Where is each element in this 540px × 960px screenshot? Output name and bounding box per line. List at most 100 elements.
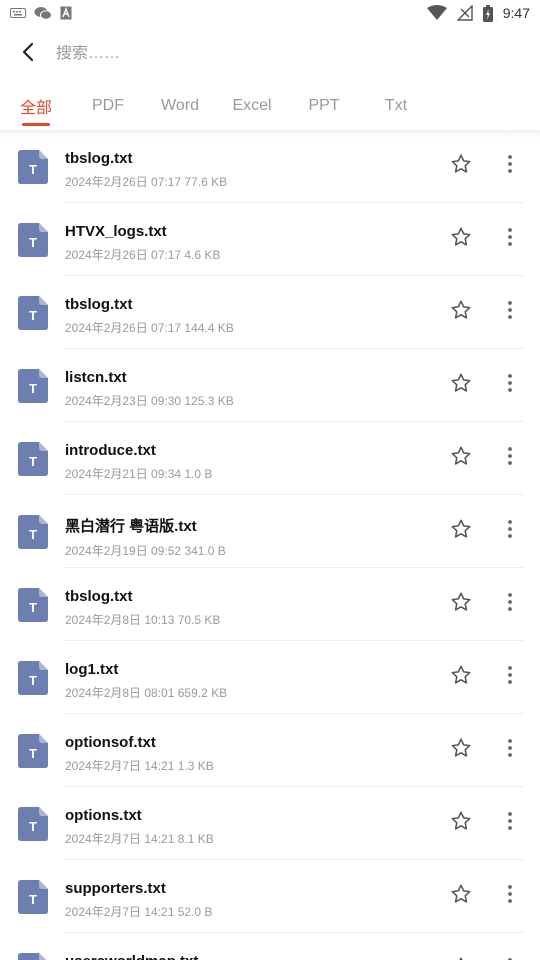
- file-list-item[interactable]: T tbslog.txt 2024年2月26日 07:17 77.6 KB: [0, 130, 540, 203]
- file-name: 黑白潜行 粤语版.txt: [65, 518, 197, 535]
- file-list-item[interactable]: T tbslog.txt 2024年2月26日 07:17 144.4 KB: [0, 276, 540, 349]
- tab-word[interactable]: Word: [144, 84, 216, 128]
- file-name: introduce.txt: [65, 442, 156, 459]
- txt-file-icon: T: [18, 222, 48, 257]
- file-meta: 2024年2月8日 08:01 659.2 KB: [65, 686, 228, 700]
- txt-file-icon: T: [18, 660, 48, 695]
- star-icon: [450, 883, 472, 910]
- wifi-icon: [426, 5, 447, 21]
- favorite-button[interactable]: [448, 446, 474, 472]
- star-icon: [450, 664, 472, 691]
- search-header: [0, 26, 540, 82]
- more-options-button[interactable]: [500, 738, 520, 764]
- file-text: tbslog.txt 2024年2月8日 10:13 70.5 KB: [65, 588, 220, 628]
- file-icon-letter: T: [29, 673, 37, 688]
- file-meta: 2024年2月19日 09:52 341.0 B: [65, 544, 226, 558]
- favorite-button[interactable]: [448, 738, 474, 764]
- tab-label: Txt: [384, 97, 408, 114]
- file-name: tbslog.txt: [65, 150, 133, 167]
- more-options-button[interactable]: [500, 957, 520, 960]
- file-icon-letter: T: [29, 454, 37, 469]
- txt-file-icon: T: [18, 514, 48, 549]
- more-vertical-icon: [507, 373, 513, 398]
- star-icon: [450, 153, 472, 180]
- txt-file-icon: T: [18, 879, 48, 914]
- favorite-button[interactable]: [448, 592, 474, 618]
- file-list-item[interactable]: T introduce.txt 2024年2月21日 09:34 1.0 B: [0, 422, 540, 495]
- txt-file-icon: T: [18, 295, 48, 330]
- favorite-button[interactable]: [448, 154, 474, 180]
- favorite-button[interactable]: [448, 884, 474, 910]
- more-options-button[interactable]: [500, 884, 520, 910]
- file-name: options.txt: [65, 807, 142, 824]
- more-options-button[interactable]: [500, 811, 520, 837]
- file-icon-letter: T: [29, 746, 37, 761]
- tab-excel[interactable]: Excel: [216, 84, 288, 128]
- file-list-item[interactable]: T usercworldmap.txt: [0, 933, 540, 960]
- star-icon: [450, 518, 472, 545]
- file-list-item[interactable]: T listcn.txt 2024年2月23日 09:30 125.3 KB: [0, 349, 540, 422]
- file-icon-letter: T: [29, 819, 37, 834]
- more-options-button[interactable]: [500, 446, 520, 472]
- favorite-button[interactable]: [448, 957, 474, 960]
- file-meta: 2024年2月26日 07:17 4.6 KB: [65, 248, 221, 262]
- more-vertical-icon: [507, 884, 513, 909]
- file-text: supporters.txt 2024年2月7日 14:21 52.0 B: [65, 880, 212, 920]
- file-text: options.txt 2024年2月7日 14:21 8.1 KB: [65, 807, 214, 847]
- more-options-button[interactable]: [500, 665, 520, 691]
- battery-charging-icon: [482, 4, 493, 22]
- file-name: usercworldmap.txt: [65, 953, 198, 960]
- txt-file-icon: T: [18, 149, 48, 184]
- favorite-button[interactable]: [448, 665, 474, 691]
- favorite-button[interactable]: [448, 373, 474, 399]
- file-text: log1.txt 2024年2月8日 08:01 659.2 KB: [65, 661, 227, 701]
- file-text: tbslog.txt 2024年2月26日 07:17 77.6 KB: [65, 150, 227, 190]
- file-icon-letter: T: [29, 308, 37, 323]
- status-right-icons: 9:47: [426, 4, 530, 22]
- star-icon: [450, 956, 472, 960]
- txt-file-icon: T: [18, 733, 48, 768]
- a-box-icon: [60, 6, 72, 20]
- status-left-icons: [10, 6, 72, 20]
- back-button[interactable]: [0, 26, 56, 82]
- search-input[interactable]: [56, 45, 456, 63]
- file-name: tbslog.txt: [65, 296, 133, 313]
- file-name: tbslog.txt: [65, 588, 133, 605]
- tab-txt[interactable]: Txt: [360, 84, 432, 128]
- file-meta: 2024年2月21日 09:34 1.0 B: [65, 467, 213, 481]
- favorite-button[interactable]: [448, 811, 474, 837]
- tab-pdf[interactable]: PDF: [72, 84, 144, 128]
- file-list: T tbslog.txt 2024年2月26日 07:17 77.6 KB T: [0, 130, 540, 960]
- file-list-item[interactable]: T HTVX_logs.txt 2024年2月26日 07:17 4.6 KB: [0, 203, 540, 276]
- tab-all[interactable]: 全部: [0, 84, 72, 128]
- favorite-button[interactable]: [448, 519, 474, 545]
- file-meta: 2024年2月7日 14:21 1.3 KB: [65, 759, 214, 773]
- file-icon-letter: T: [29, 235, 37, 250]
- more-vertical-icon: [507, 300, 513, 325]
- favorite-button[interactable]: [448, 227, 474, 253]
- file-list-item[interactable]: T 黑白潜行 粤语版.txt 2024年2月19日 09:52 341.0 B: [0, 495, 540, 568]
- back-arrow-icon: [21, 42, 35, 67]
- more-vertical-icon: [507, 738, 513, 763]
- file-meta: 2024年2月26日 07:17 77.6 KB: [65, 175, 228, 189]
- file-list-item[interactable]: T options.txt 2024年2月7日 14:21 8.1 KB: [0, 787, 540, 860]
- star-icon: [450, 226, 472, 253]
- more-options-button[interactable]: [500, 519, 520, 545]
- file-meta: 2024年2月7日 14:21 52.0 B: [65, 905, 213, 919]
- favorite-button[interactable]: [448, 300, 474, 326]
- more-options-button[interactable]: [500, 373, 520, 399]
- file-list-item[interactable]: T tbslog.txt 2024年2月8日 10:13 70.5 KB: [0, 568, 540, 641]
- file-name: HTVX_logs.txt: [65, 223, 167, 240]
- tab-ppt[interactable]: PPT: [288, 84, 360, 128]
- file-list-item[interactable]: T log1.txt 2024年2月8日 08:01 659.2 KB: [0, 641, 540, 714]
- active-tab-indicator: [22, 123, 50, 126]
- more-options-button[interactable]: [500, 227, 520, 253]
- file-list-item[interactable]: T optionsof.txt 2024年2月7日 14:21 1.3 KB: [0, 714, 540, 787]
- more-options-button[interactable]: [500, 592, 520, 618]
- more-options-button[interactable]: [500, 154, 520, 180]
- file-list-item[interactable]: T supporters.txt 2024年2月7日 14:21 52.0 B: [0, 860, 540, 933]
- file-icon-letter: T: [29, 600, 37, 615]
- star-icon: [450, 299, 472, 326]
- more-options-button[interactable]: [500, 300, 520, 326]
- star-icon: [450, 591, 472, 618]
